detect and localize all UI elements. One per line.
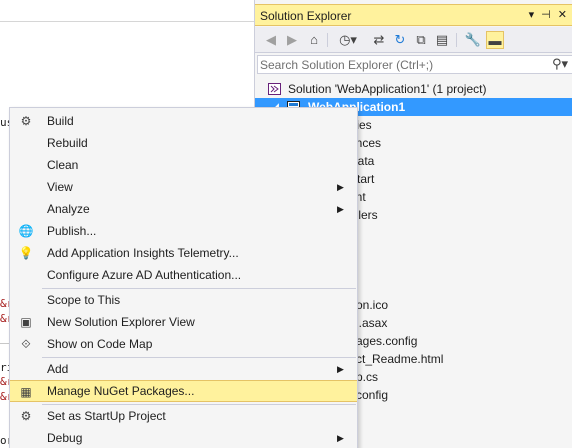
tree-node-label: Solution 'WebApplication1' (1 project) — [288, 82, 487, 96]
preview-icon[interactable]: ▬ — [486, 31, 504, 49]
tree-node-label: on.ico — [356, 298, 389, 312]
search-input[interactable] — [260, 57, 540, 72]
solution-explorer-toolbar: ◀ ▶ ⌂ ◷▾ ⇄ ↻ ⧉ ▤ 🔧 ▬ — [255, 27, 572, 53]
build-icon: ⚙ — [20, 114, 32, 128]
collapse-all-icon[interactable]: ⧉ — [412, 31, 430, 49]
menu-item-label: Publish... — [47, 224, 97, 238]
settings-icon: ⚙ — [20, 409, 32, 423]
menu-item-label: Add Application Insights Telemetry... — [47, 246, 239, 260]
menu-item-label: View — [47, 180, 73, 194]
menu-item-label: Analyze — [47, 202, 90, 216]
back-icon[interactable]: ◀ — [262, 31, 280, 49]
menu-item-label: Rebuild — [47, 136, 88, 150]
menu-item-label: New Solution Explorer View — [47, 315, 195, 329]
menu-item-label: Clean — [47, 158, 79, 172]
tree-node-label: p.cs — [356, 370, 379, 384]
refresh-icon[interactable]: ↻ — [391, 31, 409, 49]
solution-explorer-title-bar[interactable]: Solution Explorer ▾ ⊣ ✕ — [255, 4, 572, 26]
solution-icon — [268, 83, 281, 95]
tree-node-solution[interactable]: Solution 'WebApplication1' (1 project) — [255, 80, 572, 98]
menu-item-build[interactable]: ⚙ Build — [10, 110, 357, 132]
window-buttons[interactable]: ▾ ⊣ ✕ — [529, 8, 569, 21]
menu-item-add[interactable]: Add ▶ — [10, 358, 357, 380]
menu-item-label: Debug — [47, 431, 83, 445]
forward-icon[interactable]: ▶ — [283, 31, 301, 49]
menu-item-configure-azure-ad[interactable]: Configure Azure AD Authentication... — [10, 264, 357, 286]
submenu-arrow-icon: ▶ — [337, 364, 344, 374]
code-map-icon: ⟐ — [21, 337, 31, 351]
pending-changes-icon[interactable]: ◷▾ — [335, 31, 361, 49]
new-view-icon: ▣ — [20, 315, 32, 329]
menu-item-label: Add — [47, 362, 69, 376]
menu-item-scope-to-this[interactable]: Scope to This — [10, 289, 357, 311]
menu-item-label: Show on Code Map — [47, 337, 153, 351]
submenu-arrow-icon: ▶ — [337, 433, 344, 443]
nuget-icon: ▦ — [20, 385, 32, 399]
project-context-menu: ⚙ Build Rebuild Clean View ▶ Analyze ▶ 🌐… — [9, 107, 358, 448]
solution-explorer-search[interactable]: ⚲▾ — [257, 55, 572, 74]
tree-node-label: config — [356, 388, 389, 402]
panel-title: Solution Explorer — [260, 9, 352, 23]
tree-node-label: ct_Readme.html — [356, 352, 444, 366]
menu-item-analyze[interactable]: Analyze ▶ — [10, 198, 357, 220]
menu-item-label: Build — [47, 114, 74, 128]
toolbar-separator — [456, 33, 457, 47]
menu-item-label: Scope to This — [47, 293, 121, 307]
submenu-arrow-icon: ▶ — [337, 182, 344, 192]
editor-header — [0, 0, 254, 22]
toolbar-separator — [327, 33, 328, 47]
menu-item-label: Manage NuGet Packages... — [47, 384, 195, 398]
properties-icon[interactable]: 🔧 — [464, 31, 482, 49]
insights-icon: 💡 — [18, 246, 34, 260]
menu-item-new-solution-explorer-view[interactable]: ▣ New Solution Explorer View — [10, 311, 357, 333]
tree-node-label: ages.config — [356, 334, 418, 348]
publish-icon: 🌐 — [18, 224, 34, 238]
menu-item-view[interactable]: View ▶ — [10, 176, 357, 198]
tree-node-label: l.asax — [356, 316, 388, 330]
menu-item-label: Set as StartUp Project — [47, 409, 166, 423]
menu-item-debug[interactable]: Debug ▶ — [10, 427, 357, 448]
menu-item-publish[interactable]: 🌐 Publish... — [10, 220, 357, 242]
menu-item-label: Configure Azure AD Authentication... — [47, 268, 242, 282]
search-icon[interactable]: ⚲▾ — [552, 56, 568, 72]
menu-item-clean[interactable]: Clean — [10, 154, 357, 176]
home-icon[interactable]: ⌂ — [305, 31, 323, 49]
menu-item-rebuild[interactable]: Rebuild — [10, 132, 357, 154]
sync-icon[interactable]: ⇄ — [370, 31, 388, 49]
menu-item-manage-nuget-packages[interactable]: ▦ Manage NuGet Packages... — [10, 380, 357, 402]
menu-item-show-on-code-map[interactable]: ⟐ Show on Code Map — [10, 333, 357, 355]
menu-item-set-as-startup-project[interactable]: ⚙ Set as StartUp Project — [10, 405, 357, 427]
submenu-arrow-icon: ▶ — [337, 204, 344, 214]
show-all-files-icon[interactable]: ▤ — [433, 31, 451, 49]
menu-item-add-application-insights[interactable]: 💡 Add Application Insights Telemetry... — [10, 242, 357, 264]
